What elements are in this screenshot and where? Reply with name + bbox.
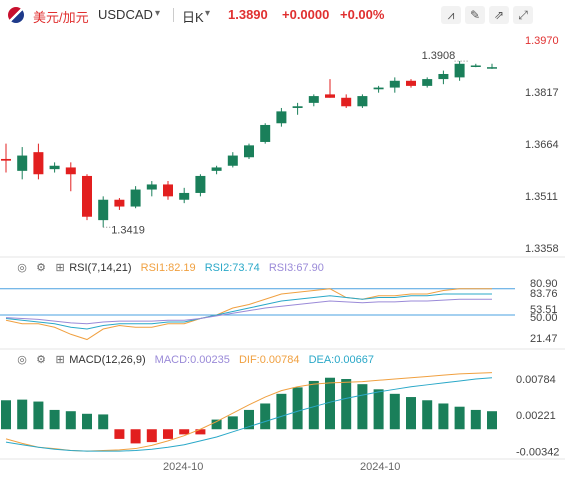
candle-body bbox=[98, 199, 109, 221]
macd-histogram-bar bbox=[163, 429, 173, 439]
candle-body bbox=[82, 175, 92, 217]
candle-body bbox=[211, 167, 222, 171]
macd-histogram-bar bbox=[65, 411, 76, 430]
macd-histogram-bar bbox=[487, 411, 497, 430]
candle-body bbox=[487, 67, 497, 69]
candle-body bbox=[260, 124, 271, 142]
y-tick-label: 1.3511 bbox=[525, 191, 558, 203]
macd-histogram-bar bbox=[146, 429, 157, 443]
macd-histogram-bar bbox=[260, 403, 271, 430]
candle-body bbox=[163, 184, 173, 197]
macd-y-tick-label: 0.00221 bbox=[516, 410, 556, 422]
candle-body bbox=[341, 97, 352, 107]
macd-y-tick-label: 0.00784 bbox=[516, 374, 556, 386]
macd-histogram-bar bbox=[227, 416, 238, 430]
low-annotation: 1.3419 bbox=[111, 224, 145, 236]
candle-body bbox=[227, 155, 238, 166]
macd-histogram-bar bbox=[357, 384, 368, 430]
candle-body bbox=[1, 158, 11, 161]
y-tick-label: 1.3358 bbox=[525, 243, 559, 255]
candle-body bbox=[406, 80, 416, 86]
high-annotation: 1.3908 bbox=[422, 50, 456, 62]
candle-body bbox=[276, 111, 287, 124]
candle-body bbox=[65, 167, 76, 175]
macd-histogram-bar bbox=[1, 400, 11, 430]
macd-histogram-bar bbox=[341, 379, 352, 430]
candle-body bbox=[373, 87, 384, 90]
candle-body bbox=[179, 192, 190, 200]
candle-body bbox=[49, 165, 60, 170]
rsi-y-tick-label: 83.76 bbox=[530, 288, 558, 300]
candle-body bbox=[114, 199, 125, 207]
macd-histogram-bar bbox=[130, 429, 141, 444]
candle-body bbox=[33, 152, 44, 175]
candle-body bbox=[325, 94, 335, 98]
macd-histogram-bar bbox=[470, 409, 481, 430]
candle-body bbox=[470, 65, 481, 67]
macd-histogram-bar bbox=[98, 414, 109, 430]
candle-body bbox=[146, 184, 157, 190]
candle-body bbox=[357, 96, 368, 107]
macd-histogram-bar bbox=[373, 389, 384, 430]
candle-body bbox=[17, 155, 28, 171]
candle-body bbox=[454, 63, 465, 78]
y-tick-label: 1.3817 bbox=[525, 87, 559, 99]
y-tick-label: 1.3970 bbox=[525, 35, 559, 47]
macd-histogram-bar bbox=[454, 406, 465, 430]
macd-histogram-bar bbox=[17, 399, 28, 430]
candle-body bbox=[308, 96, 319, 103]
rsi-y-tick-label: 50.00 bbox=[530, 312, 558, 324]
macd-histogram-bar bbox=[49, 409, 60, 430]
rsi-y-tick-label: 21.47 bbox=[530, 333, 558, 345]
candle-body bbox=[130, 189, 141, 207]
macd-histogram-bar bbox=[179, 429, 190, 435]
macd-histogram-bar bbox=[422, 400, 433, 430]
candle-body bbox=[195, 175, 206, 193]
chart-canvas[interactable]: 1.3970 1.3817 1.3664 1.3511 1.3358 1.3908 1.34… bbox=[0, 0, 565, 478]
candle-body bbox=[244, 145, 254, 158]
candle-body bbox=[292, 106, 303, 108]
candle-body bbox=[422, 79, 433, 86]
macd-histogram-bar bbox=[389, 393, 400, 430]
x-tick-label: 2024-10 bbox=[163, 461, 203, 473]
macd-histogram-bar bbox=[308, 380, 319, 430]
macd-histogram-bar bbox=[195, 429, 206, 435]
x-tick-label: 2024-10 bbox=[360, 461, 400, 473]
rsi-series-line bbox=[5, 288, 492, 341]
candle-body bbox=[438, 73, 449, 80]
macd-histogram-bar bbox=[114, 429, 125, 439]
macd-histogram-bar bbox=[82, 413, 92, 430]
macd-y-tick-label: -0.00342 bbox=[516, 446, 559, 458]
y-tick-label: 1.3664 bbox=[525, 139, 559, 151]
macd-histogram-bar bbox=[292, 387, 303, 430]
macd-histogram-bar bbox=[438, 403, 449, 430]
macd-histogram-bar bbox=[406, 397, 416, 430]
macd-histogram-bar bbox=[33, 401, 44, 430]
candle-body bbox=[389, 80, 400, 88]
rsi-series-line bbox=[5, 298, 492, 325]
macd-histogram-bar bbox=[276, 393, 287, 430]
